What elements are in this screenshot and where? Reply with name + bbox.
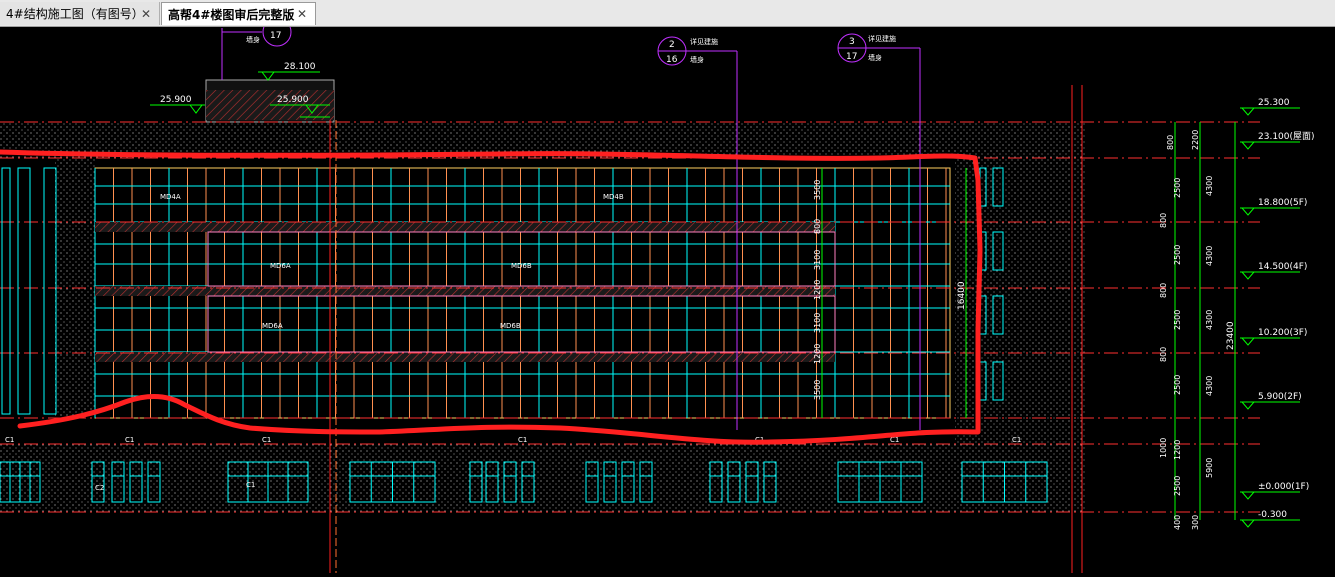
drawing-svg[interactable]: MD4A MD4B MD6A MD6B MD6A MD6B C1 C1 C1 C… — [0, 17, 1335, 573]
elevation-triangle — [1240, 337, 1256, 346]
elevation-text: 25.300 — [1258, 98, 1290, 108]
dim-text: 2500 — [1173, 476, 1182, 496]
dim-text: 800 — [813, 219, 822, 234]
callout-num: 3 — [849, 37, 855, 47]
elevation-marker: 5.900(2F) — [1240, 392, 1302, 410]
elevation-triangle — [1240, 141, 1256, 150]
cad-canvas[interactable]: MD4A MD4B MD6A MD6B MD6A MD6B C1 C1 C1 C… — [0, 17, 1335, 573]
dim-text: 4300 — [1205, 176, 1214, 196]
tab-label: 高帮4#楼图审后完整版 — [168, 7, 295, 22]
elevation-text: -0.300 — [1258, 510, 1287, 520]
callout-note: 墙身 — [246, 35, 260, 44]
callout-note: 详见建施 — [868, 34, 896, 43]
elevation-text: 10.200(3F) — [1258, 328, 1307, 338]
callout-sheet: 17 — [846, 52, 857, 62]
elevation-text: 18.800(5F) — [1258, 198, 1307, 208]
dim-text: 23400 — [1226, 321, 1236, 350]
elevation-marker: 23.100(屋面) — [1240, 131, 1315, 150]
c-label: C1 — [246, 481, 255, 489]
dim-text: 2500 — [1173, 245, 1182, 265]
elevation-marker: -0.300 — [1240, 510, 1300, 528]
callout-num: 2 — [669, 40, 675, 50]
close-icon[interactable]: ✕ — [139, 7, 153, 21]
elevation-text: 14.500(4F) — [1258, 262, 1307, 272]
dim-text: 16400 — [957, 281, 967, 310]
dim-text: 2500 — [1173, 310, 1182, 330]
dim-text: 4300 — [1205, 376, 1214, 396]
review-markup-outline — [0, 149, 983, 445]
level-text: 25.900 — [160, 95, 192, 105]
window-label: MD6A — [262, 322, 283, 330]
elevation-markers: 25.300 23.100(屋面) 18.800(5F) 14.500(4F) 10.2… — [1240, 98, 1315, 528]
dim-text: 800 — [1159, 213, 1168, 228]
elevation-marker: 10.200(3F) — [1240, 328, 1307, 346]
elevation-triangle — [1240, 271, 1256, 280]
tab-bar: 4#结构施工图（有图号） ✕ 高帮4#楼图审后完整版 ✕ — [0, 0, 1335, 27]
elevation-triangle — [1240, 107, 1256, 116]
elevation-marker: 25.300 — [1240, 98, 1300, 116]
dim-text: 800 — [1159, 347, 1168, 362]
detail-callout-3: 3 17 详见建施 墙身 — [837, 33, 921, 430]
elevation-text: ±0.000(1F) — [1258, 482, 1309, 492]
right-dimension-chain: 800 2200 2500 800 2500 800 2500 800 2500… — [1159, 122, 1236, 530]
close-icon[interactable]: ✕ — [295, 7, 309, 21]
window-label: MD6B — [511, 262, 532, 270]
dim-text: 4300 — [1205, 246, 1214, 266]
dim-text: 300 — [1191, 515, 1200, 530]
callout-note: 墙身 — [868, 53, 882, 62]
window-label: MD6B — [500, 322, 521, 330]
dim-text: 2500 — [1173, 375, 1182, 395]
tab-structure-drawing[interactable]: 4#结构施工图（有图号） ✕ — [0, 2, 160, 25]
left-window-columns — [1, 167, 57, 415]
window-label: MD6A — [270, 262, 291, 270]
dim-text: 1000 — [1159, 438, 1168, 458]
tab-label: 4#结构施工图（有图号） — [6, 7, 139, 21]
dim-text: 1200 — [1173, 440, 1182, 460]
c-label: C1 — [518, 436, 527, 444]
left-wall-band — [55, 158, 95, 416]
dim-text: 4300 — [1205, 310, 1214, 330]
tab-complete-drawing[interactable]: 高帮4#楼图审后完整版 ✕ — [161, 2, 316, 25]
dim-text: 400 — [1173, 515, 1182, 530]
elevation-triangle — [1240, 491, 1256, 500]
dim-text: 5900 — [1205, 458, 1214, 478]
c-label: C1 — [262, 436, 271, 444]
dim-text: 1200 — [813, 344, 822, 364]
dim-text: 800 — [1166, 135, 1175, 150]
right-wall-band — [955, 158, 1085, 444]
callout-note: 详见建施 — [690, 37, 718, 46]
c-label: C1 — [125, 436, 134, 444]
elevation-triangle — [1240, 207, 1256, 216]
elevation-text: 23.100(屋面) — [1258, 131, 1315, 142]
window-label: MD4B — [603, 193, 624, 201]
dim-text: 800 — [1159, 283, 1168, 298]
elevation-text: 5.900(2F) — [1258, 392, 1302, 402]
callout-note: 墙身 — [690, 55, 704, 64]
detail-callout-2: 2 16 详见建施 墙身 — [657, 36, 738, 430]
dim-text: 2200 — [1191, 130, 1200, 150]
elevation-marker: 14.500(4F) — [1240, 262, 1307, 280]
elevation-marker: 18.800(5F) — [1240, 198, 1307, 216]
dim-text: 3100 — [813, 313, 822, 333]
level-text: 25.900 — [277, 95, 309, 105]
c-label: C2 — [95, 484, 104, 492]
elevation-marker: ±0.000(1F) — [1240, 482, 1309, 500]
callout-sheet: 16 — [666, 55, 678, 65]
elevation-triangle — [1240, 519, 1256, 528]
dim-text: 3100 — [813, 250, 822, 270]
elevation-triangle — [1240, 401, 1256, 410]
dim-text: 3500 — [813, 380, 822, 400]
window-label: MD4A — [160, 193, 181, 201]
c-label: C1 — [1012, 436, 1021, 444]
c-label: C1 — [5, 436, 14, 444]
dim-text: 2500 — [1173, 178, 1182, 198]
level-text: 28.100 — [284, 62, 316, 72]
dim-text: 1200 — [813, 280, 822, 300]
callout-sheet: 17 — [270, 31, 281, 41]
dim-text: 3500 — [813, 180, 822, 200]
